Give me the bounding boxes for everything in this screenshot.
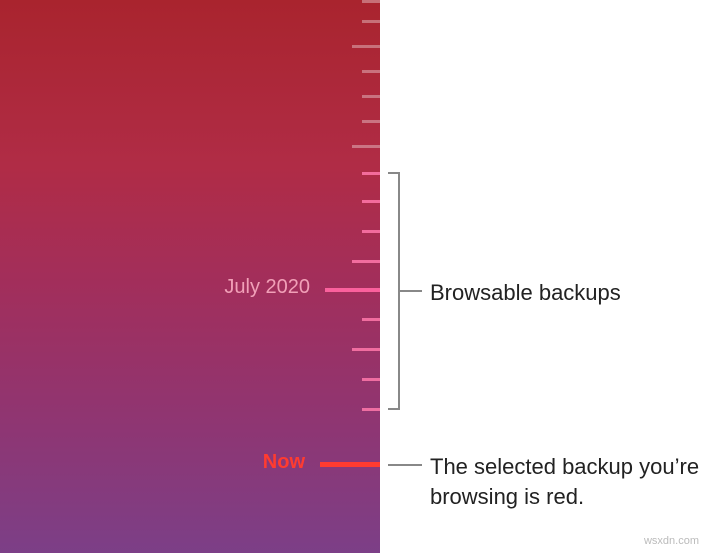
timeline-date-label: July 2020 bbox=[224, 276, 310, 299]
timeline-panel: July 2020 Now bbox=[0, 0, 380, 553]
timeline-tick[interactable] bbox=[362, 120, 380, 123]
timeline-tick-browsable[interactable] bbox=[352, 348, 380, 351]
timeline-tick-browsable[interactable] bbox=[362, 408, 380, 411]
annotation-bracket bbox=[388, 172, 400, 410]
timeline-tick[interactable] bbox=[362, 0, 380, 3]
timeline-tick-browsable[interactable] bbox=[362, 230, 380, 233]
timeline-now-label: Now bbox=[263, 451, 305, 474]
timeline-tick-browsable[interactable] bbox=[362, 200, 380, 203]
annotation-area: Browsable backups The selected backup yo… bbox=[380, 0, 705, 553]
timeline-tick-browsable[interactable] bbox=[352, 260, 380, 263]
annotation-connector bbox=[388, 464, 422, 466]
timeline-tick[interactable] bbox=[352, 145, 380, 148]
timeline-tick[interactable] bbox=[352, 45, 380, 48]
annotation-browsable-text: Browsable backups bbox=[430, 278, 621, 308]
timeline-tick-browsable[interactable] bbox=[362, 318, 380, 321]
timeline-tick-browsable[interactable] bbox=[362, 378, 380, 381]
annotation-selected-text: The selected backup you’re browsing is r… bbox=[430, 452, 700, 511]
timeline-tick-labeled[interactable] bbox=[325, 288, 380, 292]
timeline-tick-browsable[interactable] bbox=[362, 172, 380, 175]
timeline-tick[interactable] bbox=[362, 20, 380, 23]
timeline-tick[interactable] bbox=[362, 95, 380, 98]
timeline-tick[interactable] bbox=[362, 70, 380, 73]
timeline-tick-now[interactable] bbox=[320, 462, 380, 467]
watermark: wsxdn.com bbox=[644, 535, 699, 547]
annotation-connector bbox=[400, 290, 422, 292]
